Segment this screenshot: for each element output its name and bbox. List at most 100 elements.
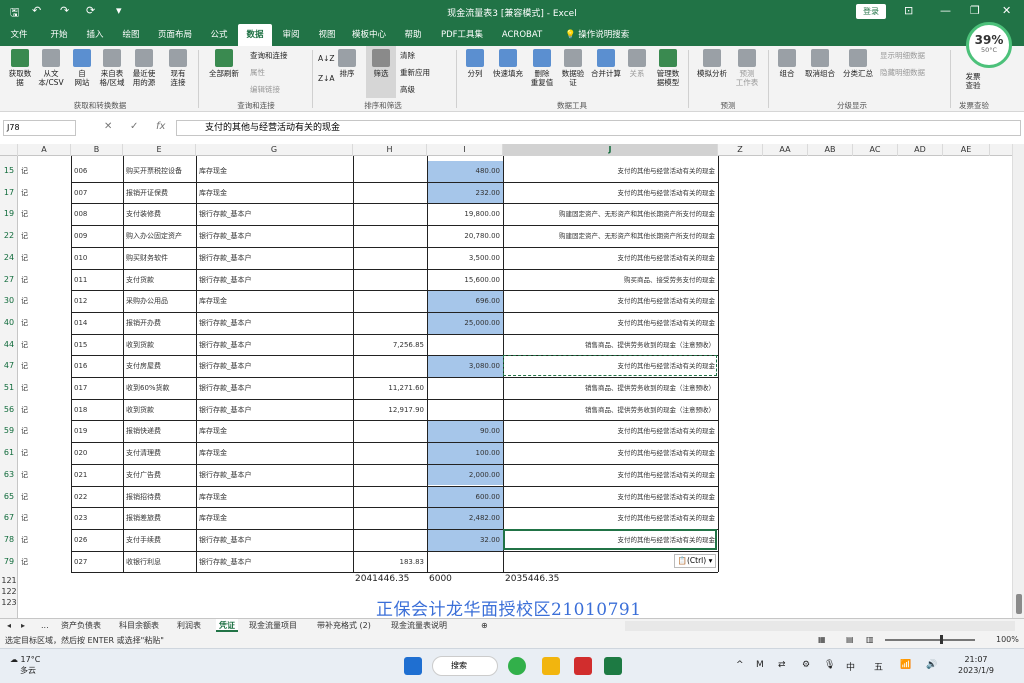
zoom-slider[interactable] <box>885 639 975 641</box>
column-header-g[interactable]: G <box>196 144 353 156</box>
ungroup-button[interactable]: 取消组合 <box>802 49 838 78</box>
vertical-scrollbar[interactable] <box>1012 144 1024 618</box>
cell-b61[interactable]: 020 <box>72 443 123 464</box>
cell-e47[interactable]: 支付房屋费 <box>124 356 196 377</box>
cell-i40[interactable]: 25,000.00 <box>428 312 503 334</box>
invoice-check-button[interactable]: 发票 查验 <box>956 72 990 90</box>
cell-h59[interactable] <box>354 421 427 442</box>
cell-e19[interactable]: 支付装修费 <box>124 204 196 225</box>
cell-e40[interactable]: 报销开办费 <box>124 313 196 334</box>
sheet-nav-next-icon[interactable]: ▸ <box>18 619 28 632</box>
cell-i17[interactable]: 232.00 <box>428 182 503 204</box>
show-detail-button[interactable]: 显示明细数据 <box>880 50 925 61</box>
column-header-b[interactable]: B <box>71 144 123 156</box>
cell-e79[interactable]: 收银行利息 <box>124 552 196 573</box>
recent-sources-button[interactable]: 最近使 用的源 <box>128 49 160 87</box>
minimize-button[interactable]: — <box>940 4 951 17</box>
cell-b51[interactable]: 017 <box>72 378 123 399</box>
volume-icon[interactable]: 🔊 <box>926 660 937 670</box>
cell-e67[interactable]: 报销差旅费 <box>124 508 196 529</box>
formula-input[interactable]: 支付的其他与经营活动有关的现金 <box>176 120 1021 136</box>
column-header-ad[interactable]: AD <box>898 144 943 156</box>
cell-i24[interactable]: 3,500.00 <box>428 248 503 269</box>
weather-widget[interactable]: ☁ 17°C 多云 <box>10 654 40 676</box>
tab-review[interactable]: 审阅 <box>276 24 306 46</box>
cell-i44[interactable] <box>428 335 503 356</box>
row-header-40[interactable]: 40 <box>0 318 18 327</box>
from-table-button[interactable]: 来自表 格/区域 <box>96 49 128 87</box>
cell-j63[interactable]: 支付的其他与经营活动有关的现金 <box>504 465 718 486</box>
close-button[interactable]: ✕ <box>1002 4 1011 17</box>
cell-j15[interactable]: 支付的其他与经营活动有关的现金 <box>504 161 718 182</box>
cell-e56[interactable]: 收到货款 <box>124 400 196 421</box>
cell-g59[interactable]: 库存现金 <box>197 421 353 442</box>
cell-h79[interactable]: 183.83 <box>354 552 427 573</box>
cell-a59[interactable]: 记 <box>19 421 71 442</box>
row-header-67[interactable]: 67 <box>0 513 18 522</box>
zoom-slider-handle[interactable] <box>940 635 943 644</box>
cell-i22[interactable]: 20,780.00 <box>428 226 503 247</box>
name-box[interactable]: J78 <box>3 120 76 136</box>
column-header-ae[interactable]: AE <box>943 144 990 156</box>
paste-options-button[interactable]: 📋(Ctrl) ▾ <box>674 553 716 568</box>
tray-app-icon[interactable]: M <box>756 660 764 670</box>
sheet-tab-income[interactable]: 利润表 <box>174 619 204 632</box>
cell-a44[interactable]: 记 <box>19 335 71 356</box>
cell-e63[interactable]: 支付广告费 <box>124 465 196 486</box>
cell-e51[interactable]: 收到60%货款 <box>124 378 196 399</box>
cell-j27[interactable]: 购买商品、接受劳务支付的现金 <box>504 270 718 291</box>
cell-e59[interactable]: 报销快递费 <box>124 421 196 442</box>
cell-b63[interactable]: 021 <box>72 465 123 486</box>
cell-e27[interactable]: 支付货款 <box>124 270 196 291</box>
cell-b79[interactable]: 027 <box>72 552 123 573</box>
cell-b27[interactable]: 011 <box>72 270 123 291</box>
cell-i19[interactable]: 19,800.00 <box>428 204 503 225</box>
cell-a19[interactable]: 记 <box>19 204 71 225</box>
cell-g67[interactable]: 库存现金 <box>197 508 353 529</box>
tab-file[interactable]: 文件 <box>4 24 34 46</box>
wechat-icon[interactable] <box>508 657 526 675</box>
row-header-78[interactable]: 78 <box>0 535 18 544</box>
properties-button[interactable]: 属性 <box>250 67 265 78</box>
select-all-corner[interactable] <box>0 144 18 156</box>
subtotal-button[interactable]: 分类汇总 <box>840 49 876 78</box>
cell-g17[interactable]: 库存现金 <box>197 183 353 204</box>
horizontal-scrollbar[interactable] <box>625 621 1015 631</box>
row-header-61[interactable]: 61 <box>0 448 18 457</box>
cell-h63[interactable] <box>354 465 427 486</box>
recorder-app-icon[interactable] <box>574 657 592 675</box>
row-header-22[interactable]: 22 <box>0 231 18 240</box>
tab-view[interactable]: 视图 <box>312 24 342 46</box>
insert-function-icon[interactable]: fx <box>156 121 165 132</box>
row-header-59[interactable]: 59 <box>0 426 18 435</box>
cell-g63[interactable]: 银行存款_基本户 <box>197 465 353 486</box>
cell-j65[interactable]: 支付的其他与经营活动有关的现金 <box>504 487 718 508</box>
microphone-icon[interactable]: 🎙 <box>824 660 835 670</box>
reapply-button[interactable]: 重新应用 <box>400 67 430 78</box>
cell-a63[interactable]: 记 <box>19 465 71 486</box>
cell-h44[interactable]: 7,256.85 <box>354 335 427 356</box>
cell-h15[interactable] <box>354 161 427 182</box>
cell-b24[interactable]: 010 <box>72 248 123 269</box>
row-header-65[interactable]: 65 <box>0 492 18 501</box>
cell-i65[interactable]: 600.00 <box>428 486 503 508</box>
cell-e22[interactable]: 购入办公固定资产 <box>124 226 196 247</box>
tray-overflow-icon[interactable]: ^ <box>736 660 744 670</box>
sheet-nav-prev-icon[interactable]: ◂ <box>4 619 14 632</box>
cell-a30[interactable]: 记 <box>19 291 71 312</box>
cell-h65[interactable] <box>354 487 427 508</box>
cell-e30[interactable]: 采购办公用品 <box>124 291 196 312</box>
cell-a17[interactable]: 记 <box>19 183 71 204</box>
input-method-wubi[interactable]: 五 <box>874 660 883 673</box>
cell-i51[interactable] <box>428 378 503 399</box>
cell-e17[interactable]: 报销开证保费 <box>124 183 196 204</box>
data-model-button[interactable]: 管理数 据模型 <box>650 49 686 87</box>
cell-e24[interactable]: 购买财务软件 <box>124 248 196 269</box>
row-header-30[interactable]: 30 <box>0 296 18 305</box>
cell-i63[interactable]: 2,000.00 <box>428 464 503 486</box>
cell-j61[interactable]: 支付的其他与经营活动有关的现金 <box>504 443 718 464</box>
cell-e61[interactable]: 支付清理费 <box>124 443 196 464</box>
cell-j40[interactable]: 支付的其他与经营活动有关的现金 <box>504 313 718 334</box>
cell-b40[interactable]: 014 <box>72 313 123 334</box>
tab-data[interactable]: 数据 <box>238 24 272 46</box>
